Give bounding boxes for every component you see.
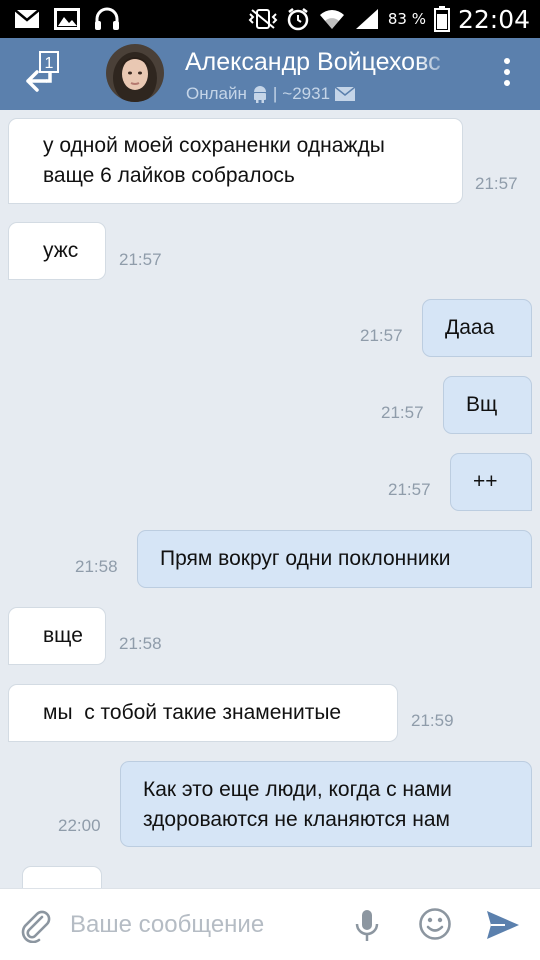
back-arrow-icon: 1 (26, 51, 59, 92)
online-label: Онлайн (186, 84, 247, 103)
message-time: 21:57 (388, 480, 431, 499)
contact-status: Онлайн | ~2931 (186, 84, 356, 104)
message-bubble[interactable]: у одной моей сохраненки однажды ваще 6 л… (8, 118, 463, 204)
message-text: ужс (43, 239, 79, 262)
android-icon (253, 86, 266, 103)
clock: 22:04 (457, 4, 530, 34)
message-bubble[interactable]: Прям вокруг одни поклонники (137, 530, 532, 588)
message-count: ~2931 (282, 84, 331, 103)
mic-icon[interactable] (354, 909, 380, 943)
message-bubble[interactable]: вще (8, 607, 106, 665)
compose-bar (0, 888, 540, 960)
message-time: 21:59 (411, 711, 454, 730)
message-text: мы с тобой такие знаменитые (43, 701, 342, 724)
message-time: 21:57 (119, 250, 162, 269)
message-time: 21:58 (119, 634, 162, 653)
wifi-icon (319, 10, 344, 29)
alarm-icon (287, 8, 309, 31)
message-bubble[interactable]: ужс (8, 222, 106, 280)
more-icon[interactable] (502, 58, 512, 90)
battery-percent: 83 % (387, 10, 426, 28)
signal-icon (355, 9, 378, 29)
message-time: 21:57 (475, 174, 518, 193)
smile-icon[interactable] (418, 907, 452, 941)
envelope-icon (335, 87, 356, 101)
back-badge: 1 (45, 55, 54, 72)
message-text: Прям вокруг одни поклонники (160, 547, 451, 570)
message-text: Вщ (466, 393, 498, 416)
message-bubble[interactable]: Как это еще люди, когда с нами здоровают… (120, 761, 532, 847)
message-list[interactable]: у одной моей сохраненки однажды ваще 6 л… (0, 110, 540, 888)
message-bubble[interactable] (22, 866, 102, 888)
headphones-icon (95, 7, 119, 30)
message-input[interactable] (70, 907, 340, 943)
status-bar: 83 % 22:04 (0, 0, 540, 38)
avatar[interactable] (106, 44, 164, 102)
message-time: 22:00 (58, 816, 101, 835)
mail-icon (14, 9, 40, 28)
message-time: 21:58 (75, 557, 118, 576)
status-separator: | (272, 84, 278, 103)
message-time: 21:57 (360, 326, 403, 345)
message-bubble[interactable]: Дааа (422, 299, 532, 357)
message-text: Как это еще люди, когда с нами здоровают… (143, 778, 452, 831)
battery-icon (433, 6, 450, 32)
send-icon[interactable] (485, 909, 521, 941)
message-text: у одной моей сохраненки однажды ваще 6 л… (43, 134, 385, 187)
vibrate-icon (248, 9, 278, 29)
message-text: ++ (473, 470, 498, 493)
image-icon (54, 8, 80, 30)
message-bubble[interactable]: ++ (450, 453, 532, 511)
chat-header: 1 Александр Войцеховс Онлайн | ~2931 (0, 38, 540, 110)
attach-icon[interactable] (18, 907, 52, 943)
message-time: 21:57 (381, 403, 424, 422)
contact-name[interactable]: Александр Войцеховс (185, 48, 457, 77)
message-bubble[interactable]: Вщ (443, 376, 532, 434)
message-bubble[interactable]: мы с тобой такие знаменитые (8, 684, 398, 742)
back-button[interactable]: 1 (20, 48, 76, 100)
message-text: вще (43, 624, 83, 647)
message-text: Дааа (445, 316, 495, 339)
